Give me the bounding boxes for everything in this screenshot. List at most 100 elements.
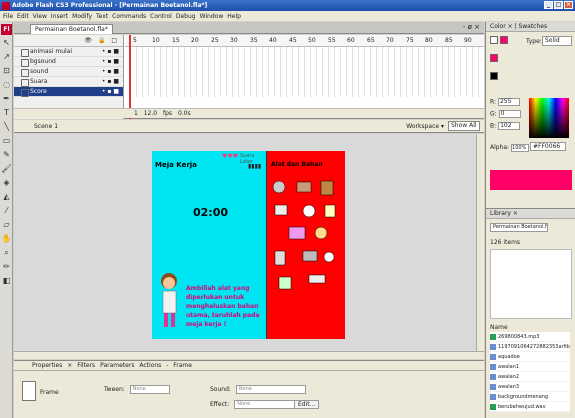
menu-control[interactable]: Control [150,13,172,20]
frame-area[interactable]: 5 10 15 20 25 30 35 40 45 50 55 60 65 70… [125,35,484,119]
library-item[interactable]: backgroundmenang [490,392,570,402]
brush-tool-icon[interactable]: 🖌 [1,163,12,174]
layer-row[interactable]: animasi mulai • ▪ ■ [14,47,123,57]
default-colors-icon[interactable] [490,72,498,80]
menu-text[interactable]: Text [96,13,108,20]
kitchen-items-icon[interactable] [269,177,343,327]
pen-tool-icon[interactable]: ✒ [1,93,12,104]
eyedropper-tool-icon[interactable]: ⁄ [1,205,12,216]
graphic-icon [490,373,496,380]
paint-bucket-tool-icon[interactable]: ◭ [1,191,12,202]
color-panel-tabs[interactable]: Color × | Swatches [486,22,575,32]
hearts-icon: ♥♥♥ [222,153,239,160]
stage-area[interactable]: ♥♥♥ Suara Latar Meja Kerja ▮▮▮▮ 02:00 Am… [14,134,484,359]
library-item[interactable]: awalan2 [490,372,570,382]
layer-row-selected[interactable]: Score • ▪ ■ [14,87,123,97]
timeline-panel: 👁 🔒 □ animasi mulai • ▪ ■ bgsound • ▪ ■ so… [14,35,484,119]
menu-commands[interactable]: Commands [112,13,146,20]
selection-tool-icon[interactable]: ↖ [1,37,12,48]
stage-horizontal-scrollbar[interactable] [14,351,484,359]
library-item-name: 1197091064272882353arfibo... [498,343,570,350]
hand-tool-icon[interactable]: ✋ [1,233,12,244]
ruler-tick: 80 [425,37,433,44]
workspace-menu[interactable]: Workspace ▾ [406,123,444,130]
playhead[interactable] [129,35,131,119]
work-table-area[interactable]: ♥♥♥ Suara Latar Meja Kerja ▮▮▮▮ 02:00 Am… [152,151,267,339]
r-input[interactable]: 255 [497,98,520,106]
fill-color-icon[interactable]: ◧ [1,275,12,286]
library-item[interactable]: 1197091064272882353arfibo... [490,342,570,352]
hex-input[interactable]: #FF0066 [530,142,566,151]
line-tool-icon[interactable]: ╲ [1,121,12,132]
layer-state-icons[interactable]: • ▪ ■ [102,67,119,77]
b-input[interactable]: 102 [498,122,521,130]
lasso-tool-icon[interactable]: ◌ [1,79,12,90]
minimize-button[interactable]: _ [544,1,553,9]
menu-debug[interactable]: Debug [176,13,196,20]
type-select[interactable]: Solid [542,36,572,46]
rectangle-tool-icon[interactable]: ▭ [1,135,12,146]
frame-grid[interactable] [125,47,484,97]
document-tab[interactable]: Permainan Boetanol.fla* [30,24,113,34]
library-document-select[interactable]: Permainan Boetanol.fla [490,223,548,232]
stroke-swatch-icon[interactable] [490,36,498,44]
library-item[interactable]: 269800843.mp3 [490,332,570,342]
g-field: G: 0 [490,110,521,118]
g-input[interactable]: 0 [498,110,521,118]
text-tool-icon[interactable]: T [1,107,12,118]
library-item[interactable]: aquadoe [490,352,570,362]
zoom-select[interactable]: Show All [448,121,480,131]
layer-state-icons[interactable]: • ▪ ■ [102,87,119,97]
fill-color-swatch[interactable] [490,54,498,62]
document-close-icon[interactable]: - ø × [463,23,480,31]
layer-state-icons[interactable]: • ▪ ■ [102,57,119,67]
menu-modify[interactable]: Modify [72,13,92,20]
stroke-color-icon[interactable]: ✏ [1,261,12,272]
subselection-tool-icon[interactable]: ↗ [1,51,12,62]
zoom-tool-icon[interactable]: ⌕ [1,247,12,258]
menu-window[interactable]: Window [200,13,224,20]
layer-row[interactable]: bgsound • ▪ ■ [14,57,123,67]
menu-insert[interactable]: Insert [51,13,68,20]
tab-filters[interactable]: Filters [77,362,95,369]
library-item[interactable]: berubahwujud.wav [490,402,570,412]
ruler-tick: 55 [328,37,336,44]
edit-sound-button[interactable]: Edit... [294,400,320,409]
library-item[interactable]: awalan1 [490,362,570,372]
pencil-tool-icon[interactable]: ✎ [1,149,12,160]
library-tab[interactable]: Library × [486,209,575,219]
fill-swatch-icon[interactable] [500,36,508,44]
tween-select[interactable]: None [129,385,170,394]
scene-breadcrumb[interactable]: Scene 1 [34,123,58,130]
library-item-name: awalan3 [498,383,520,390]
layer-visibility-lock-outline-icons[interactable]: 👁 🔒 □ [84,37,119,44]
eraser-tool-icon[interactable]: ▱ [1,219,12,230]
tab-parameters[interactable]: Parameters [100,362,134,369]
graphic-icon [490,353,496,360]
layer-row[interactable]: Suara • ▪ ■ [14,77,123,87]
tab-properties[interactable]: Properties × [32,362,72,369]
layer-state-icons[interactable]: • ▪ ■ [102,47,119,57]
menu-help[interactable]: Help [227,13,241,20]
frame-ruler[interactable]: 5 10 15 20 25 30 35 40 45 50 55 60 65 70… [125,35,484,47]
ink-bottle-tool-icon[interactable]: ◈ [1,177,12,188]
alpha-input[interactable]: 100% [511,144,530,152]
layer-row[interactable]: sound • ▪ ■ [14,67,123,77]
menu-edit[interactable]: Edit [17,13,29,20]
tools-and-ingredients-area[interactable]: Alat dan Bahan [267,151,345,339]
sound-select[interactable]: None [235,385,306,394]
menu-view[interactable]: View [33,13,47,20]
library-name-header[interactable]: Name [490,324,508,331]
menu-file[interactable]: File [3,13,13,20]
maximize-button[interactable]: □ [554,1,563,9]
layer-state-icons[interactable]: • ▪ ■ [102,77,119,87]
stage-vertical-scrollbar[interactable] [476,134,484,359]
close-button[interactable]: × [564,1,573,9]
library-list: 269800843.mp3 1197091064272882353arfibo.… [490,332,570,412]
free-transform-tool-icon[interactable]: ⊡ [1,65,12,76]
ruler-tick: 30 [230,37,238,44]
stage[interactable]: ♥♥♥ Suara Latar Meja Kerja ▮▮▮▮ 02:00 Am… [152,151,345,339]
color-spectrum[interactable] [529,98,569,138]
library-item[interactable]: awalan3 [490,382,570,392]
tab-actions-frame[interactable]: Actions - Frame [139,362,192,369]
